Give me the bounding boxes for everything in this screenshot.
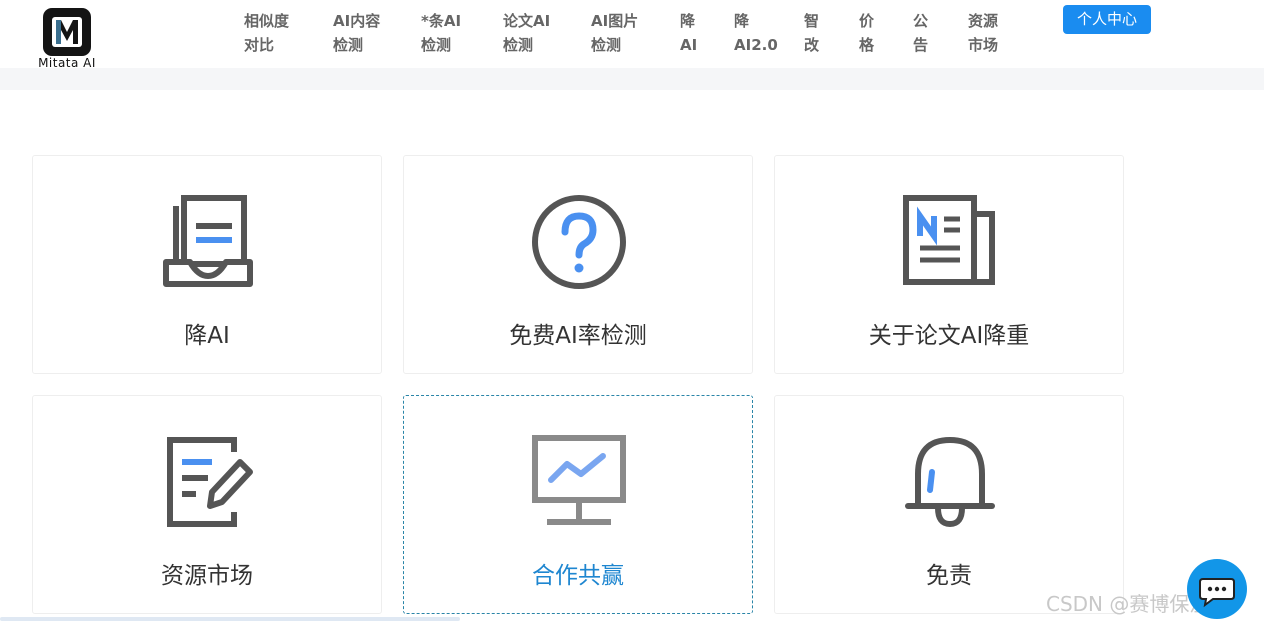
chat-button[interactable] xyxy=(1187,559,1247,619)
horizontal-scrollbar[interactable] xyxy=(0,617,460,621)
nav-label: 告 xyxy=(913,36,929,54)
card-label: 合作共赢 xyxy=(532,563,624,589)
card-resource-market[interactable]: 资源市场 xyxy=(32,395,382,614)
nav-label: 论文AI xyxy=(503,12,551,30)
card-label: 免费AI率检测 xyxy=(509,323,647,349)
nav-label: 改 xyxy=(804,36,820,54)
nav-label: 降 xyxy=(680,12,696,30)
card-cooperation[interactable]: 合作共赢 xyxy=(403,395,753,614)
nav-label: 资源 xyxy=(968,12,999,30)
nav-ai-image-detect[interactable]: AI图片 检测 xyxy=(591,9,638,57)
chat-icon xyxy=(1199,578,1235,608)
nav-item-ai-detect[interactable]: *条AI 检测 xyxy=(421,9,461,57)
banner-strip xyxy=(0,68,1264,90)
nav-announcement[interactable]: 公 告 xyxy=(913,9,928,57)
logo[interactable]: Mitata AI xyxy=(33,8,101,70)
top-header: Mitata AI 相似度 对比 AI内容 检测 *条AI 检测 论文AI 检测… xyxy=(0,0,1264,70)
nav-label: 检测 xyxy=(333,36,364,54)
edit-document-icon xyxy=(167,437,253,527)
presentation-chart-icon xyxy=(532,435,626,525)
nav-label: 市场 xyxy=(968,36,999,54)
card-disclaimer[interactable]: 免责 xyxy=(774,395,1124,614)
nav-ai-content-detect[interactable]: AI内容 检测 xyxy=(333,9,380,57)
nav-label: AI2.0 xyxy=(734,36,778,54)
card-label: 资源市场 xyxy=(161,563,253,589)
nav-label: 检测 xyxy=(591,36,622,54)
nav-label: 智 xyxy=(804,12,820,30)
nav-label: 价 xyxy=(859,12,875,30)
nav-label: 检测 xyxy=(421,36,452,54)
card-label: 免责 xyxy=(926,563,972,589)
nav-label: *条AI xyxy=(421,12,462,30)
nav-reduce-ai-2[interactable]: 降 AI2.0 xyxy=(734,9,778,57)
nav-paper-ai-detect[interactable]: 论文AI 检测 xyxy=(503,9,550,57)
nav-label: AI内容 xyxy=(333,12,381,30)
nav-reduce-ai[interactable]: 降 AI xyxy=(680,9,697,57)
nav-label: AI xyxy=(680,36,698,54)
card-label: 降AI xyxy=(184,323,230,349)
nav-label: 公 xyxy=(913,12,929,30)
card-paper-ai-reduce[interactable]: 关于论文AI降重 xyxy=(774,155,1124,374)
nav-label: 检测 xyxy=(503,36,534,54)
nav-resource-market[interactable]: 资源 市场 xyxy=(968,9,998,57)
bell-icon xyxy=(905,436,995,528)
nav-label: 对比 xyxy=(244,36,275,54)
nav-label: 降 xyxy=(734,12,750,30)
nav-label: AI图片 xyxy=(591,12,639,30)
card-reduce-ai[interactable]: 降AI xyxy=(32,155,382,374)
user-center-button[interactable]: 个人中心 xyxy=(1063,5,1151,34)
question-circle-icon xyxy=(532,195,626,289)
card-label: 关于论文AI降重 xyxy=(868,323,1030,349)
inbox-document-icon xyxy=(163,195,253,287)
nav-similarity[interactable]: 相似度 对比 xyxy=(244,9,289,57)
card-free-ai-detect[interactable]: 免费AI率检测 xyxy=(403,155,753,374)
logo-mark-icon xyxy=(43,8,91,56)
newspaper-icon xyxy=(903,195,995,285)
nav-label: 相似度 xyxy=(244,12,290,30)
nav-smart-edit[interactable]: 智 改 xyxy=(804,9,819,57)
nav-price[interactable]: 价 格 xyxy=(859,9,874,57)
nav-label: 格 xyxy=(859,36,875,54)
